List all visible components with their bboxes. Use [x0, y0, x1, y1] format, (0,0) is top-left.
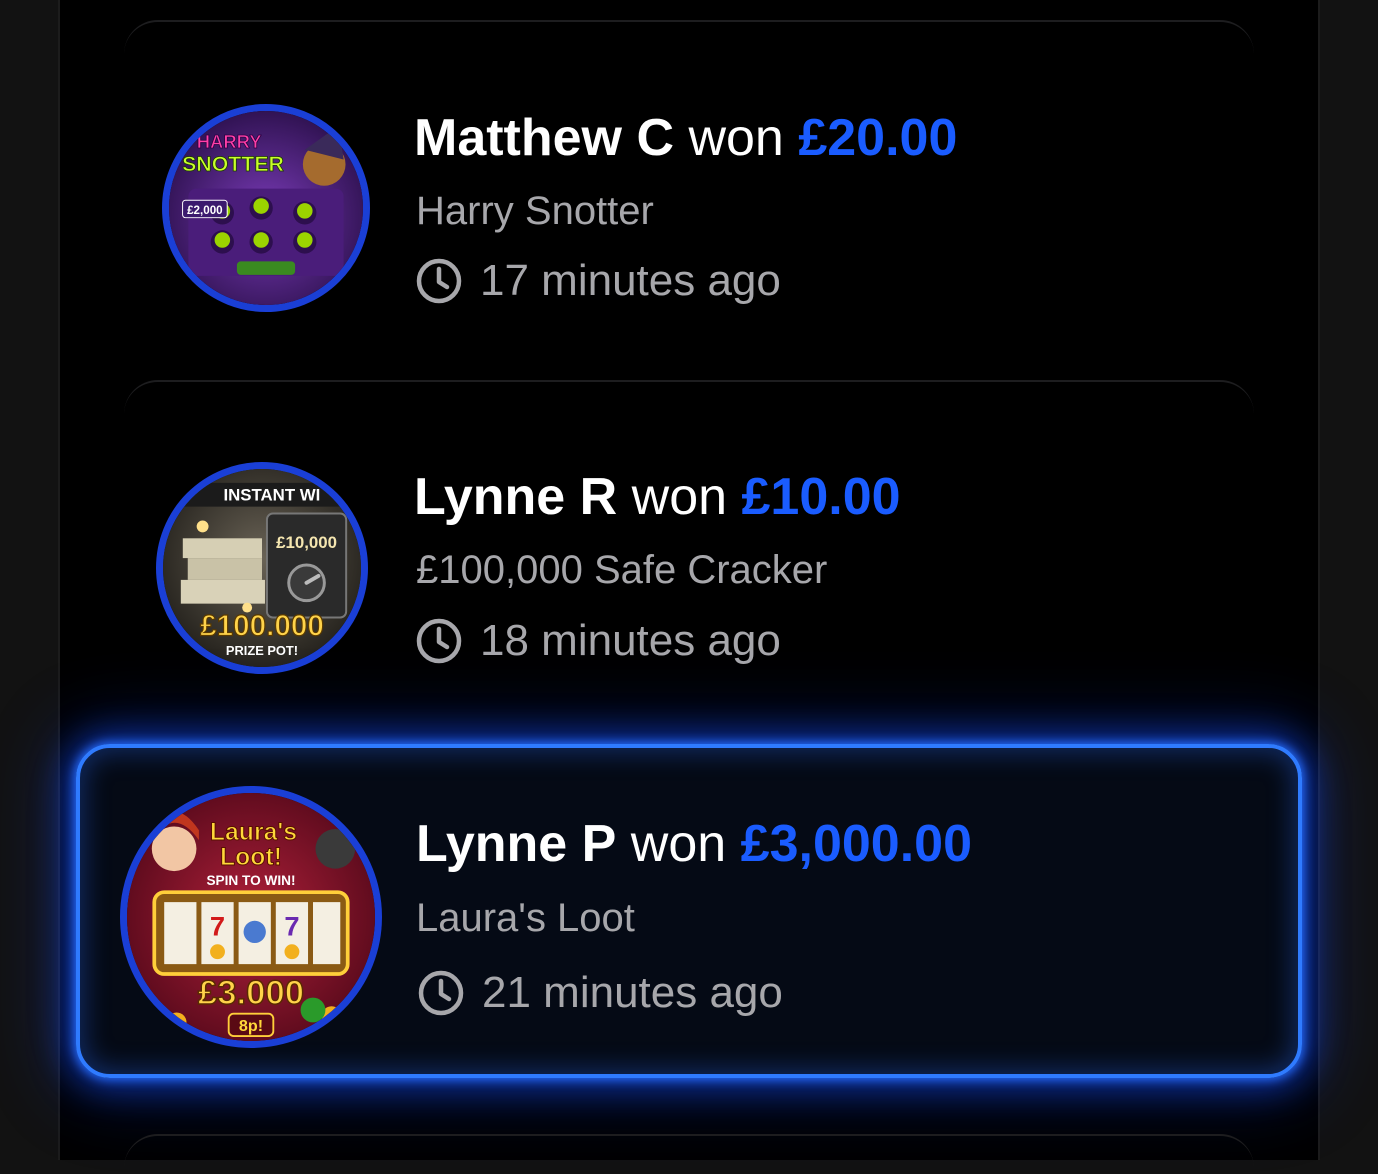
harry-snotter-artwork: £2,000 HARRY SNOTTER	[169, 111, 363, 305]
time-ago: 21 minutes ago	[416, 968, 783, 1018]
game-thumbnail-lauras-loot[interactable]: 7 7 Laura's Loot! SPIN TO WIN! £3.000 8p…	[120, 786, 382, 1048]
time-ago-text: 21 minutes ago	[482, 968, 783, 1017]
svg-text:7: 7	[284, 911, 299, 942]
won-label: won	[631, 468, 728, 526]
game-thumbnail-harry-snotter[interactable]: £2,000 HARRY SNOTTER	[162, 104, 370, 312]
time-ago-text: 17 minutes ago	[480, 256, 781, 305]
thumbnail-price: 8p!	[239, 1017, 263, 1035]
win-amount: £3,000.00	[740, 815, 972, 873]
win-amount: £20.00	[798, 109, 958, 167]
svg-text:7: 7	[210, 911, 225, 942]
winner-card-next[interactable]	[124, 1134, 1254, 1174]
time-ago: 18 minutes ago	[414, 616, 781, 666]
clock-icon	[416, 618, 462, 664]
thumbnail-prize-big: £100.000	[200, 609, 324, 642]
winner-name: Lynne R	[414, 468, 618, 526]
thumbnail-banner: INSTANT WI	[223, 486, 320, 505]
clock-icon	[416, 258, 462, 304]
game-thumbnail-safe-cracker[interactable]: INSTANT WI £10,000 £100.000 PRIZE POT!	[156, 462, 368, 674]
game-name[interactable]: £100,000 Safe Cracker	[416, 547, 827, 593]
time-ago-text: 18 minutes ago	[480, 616, 781, 665]
game-name[interactable]: Harry Snotter	[416, 188, 654, 234]
thumbnail-title-line1: HARRY	[197, 131, 262, 152]
thumbnail-prize: £3.000	[198, 974, 304, 1012]
safe-cracker-artwork: INSTANT WI £10,000 £100.000 PRIZE POT!	[163, 469, 361, 667]
won-label: won	[688, 109, 784, 167]
clock-icon	[418, 970, 464, 1016]
winner-name: Lynne P	[416, 815, 617, 873]
time-ago: 17 minutes ago	[414, 256, 781, 306]
win-amount: £10.00	[741, 468, 901, 526]
thumbnail-title-line1: Laura's	[210, 819, 297, 846]
game-name[interactable]: Laura's Loot	[416, 895, 635, 941]
thumbnail-prize-small: £10,000	[276, 533, 337, 552]
winner-headline: Matthew C won £20.00	[414, 108, 957, 168]
thumbnail-prize: £2,000	[187, 204, 223, 217]
winner-headline: Lynne R won £10.00	[414, 467, 901, 527]
winner-headline: Lynne P won £3,000.00	[416, 814, 972, 874]
thumbnail-subtitle: PRIZE POT!	[226, 643, 298, 658]
thumbnail-tagline: SPIN TO WIN!	[206, 873, 295, 888]
thumbnail-title-line2: Loot!	[220, 844, 282, 871]
thumbnail-title-line2: SNOTTER	[182, 152, 284, 176]
lauras-loot-artwork: 7 7 Laura's Loot! SPIN TO WIN! £3.000 8p…	[127, 793, 375, 1041]
won-label: won	[630, 815, 727, 873]
winner-name: Matthew C	[414, 109, 674, 167]
